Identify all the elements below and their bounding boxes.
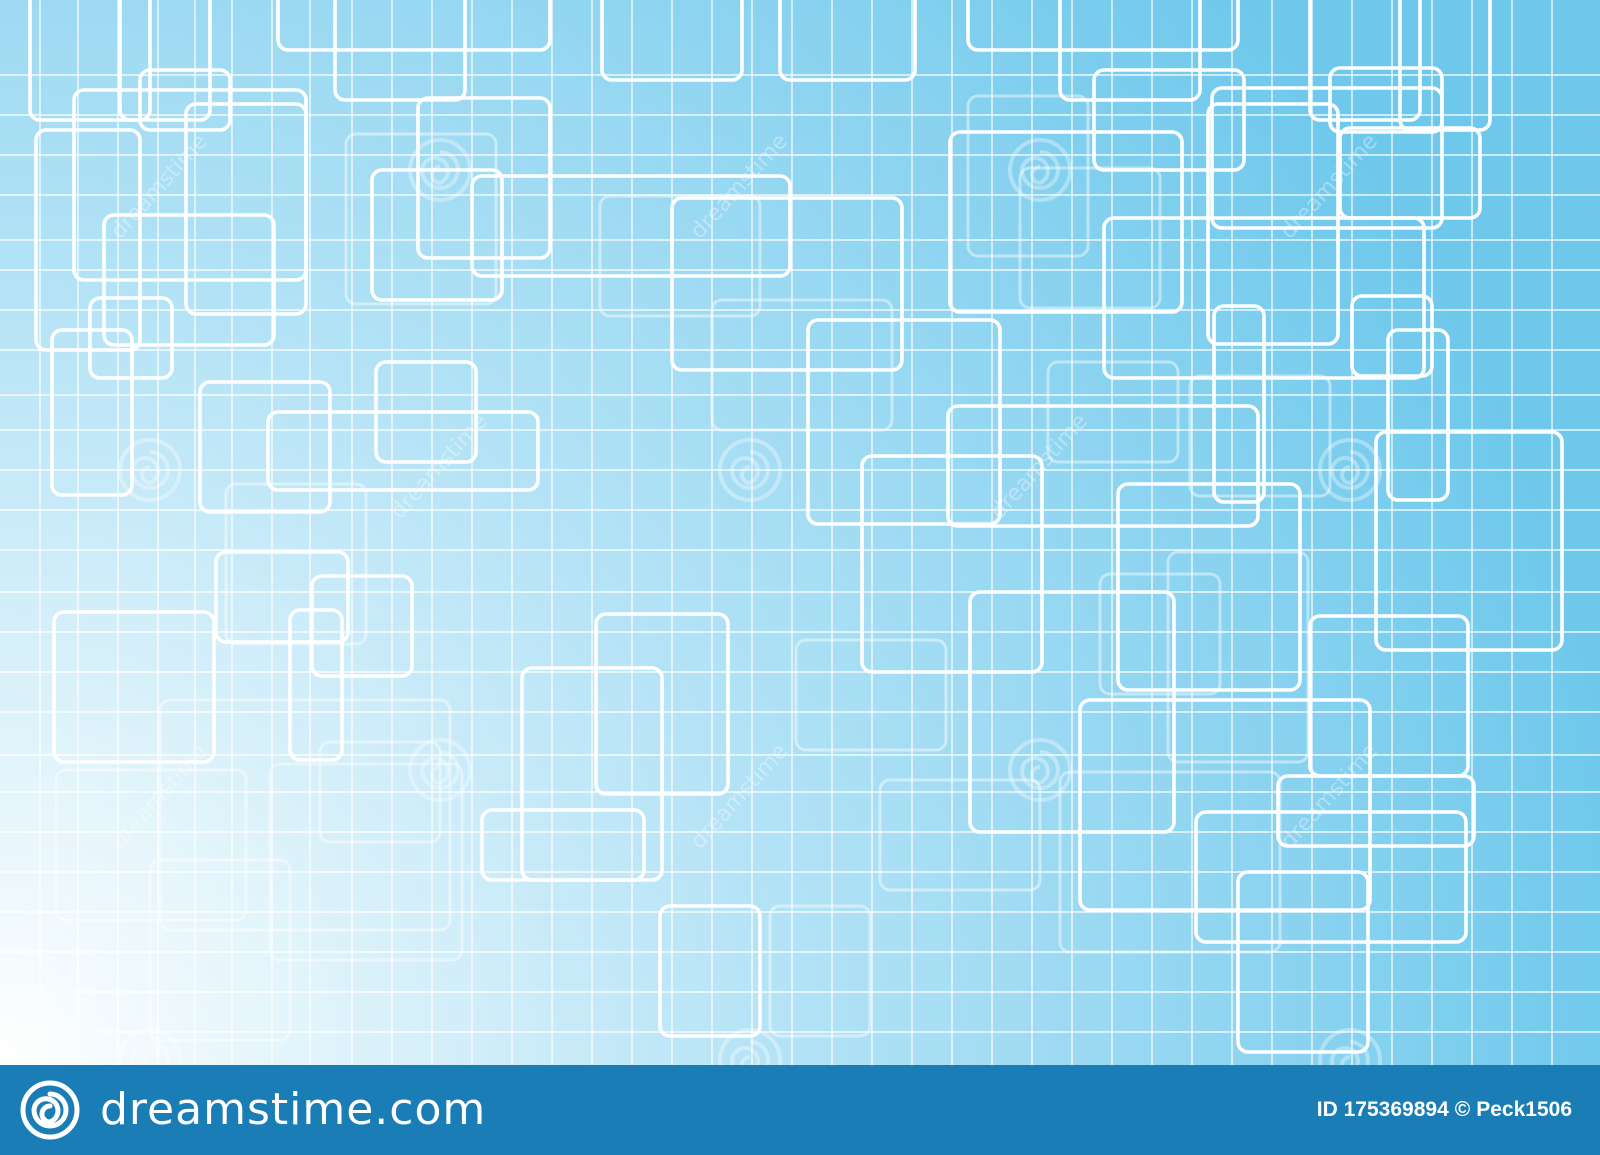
brand: dreamstime.com [20,1080,486,1140]
image-id: ID 175369894 [1316,1098,1449,1121]
copyright-symbol: © [1454,1098,1471,1121]
stock-image: dreamstime dreamstime dreamstime dreamstime… [0,0,1600,1155]
brand-name[interactable]: dreamstime.com [100,1088,486,1132]
abstract-square-pattern: dreamstime dreamstime dreamstime dreamstime… [0,0,1600,1065]
pattern-canvas: dreamstime dreamstime dreamstimedreamstime… [0,0,1600,1065]
spiral-logo-icon [20,1080,80,1140]
author-name[interactable]: Peck1506 [1476,1098,1572,1122]
footer-bar: dreamstime.com ID 175369894 © Peck1506 [0,1065,1600,1155]
image-credit: ID 175369894 © Peck1506 [1317,1098,1572,1122]
